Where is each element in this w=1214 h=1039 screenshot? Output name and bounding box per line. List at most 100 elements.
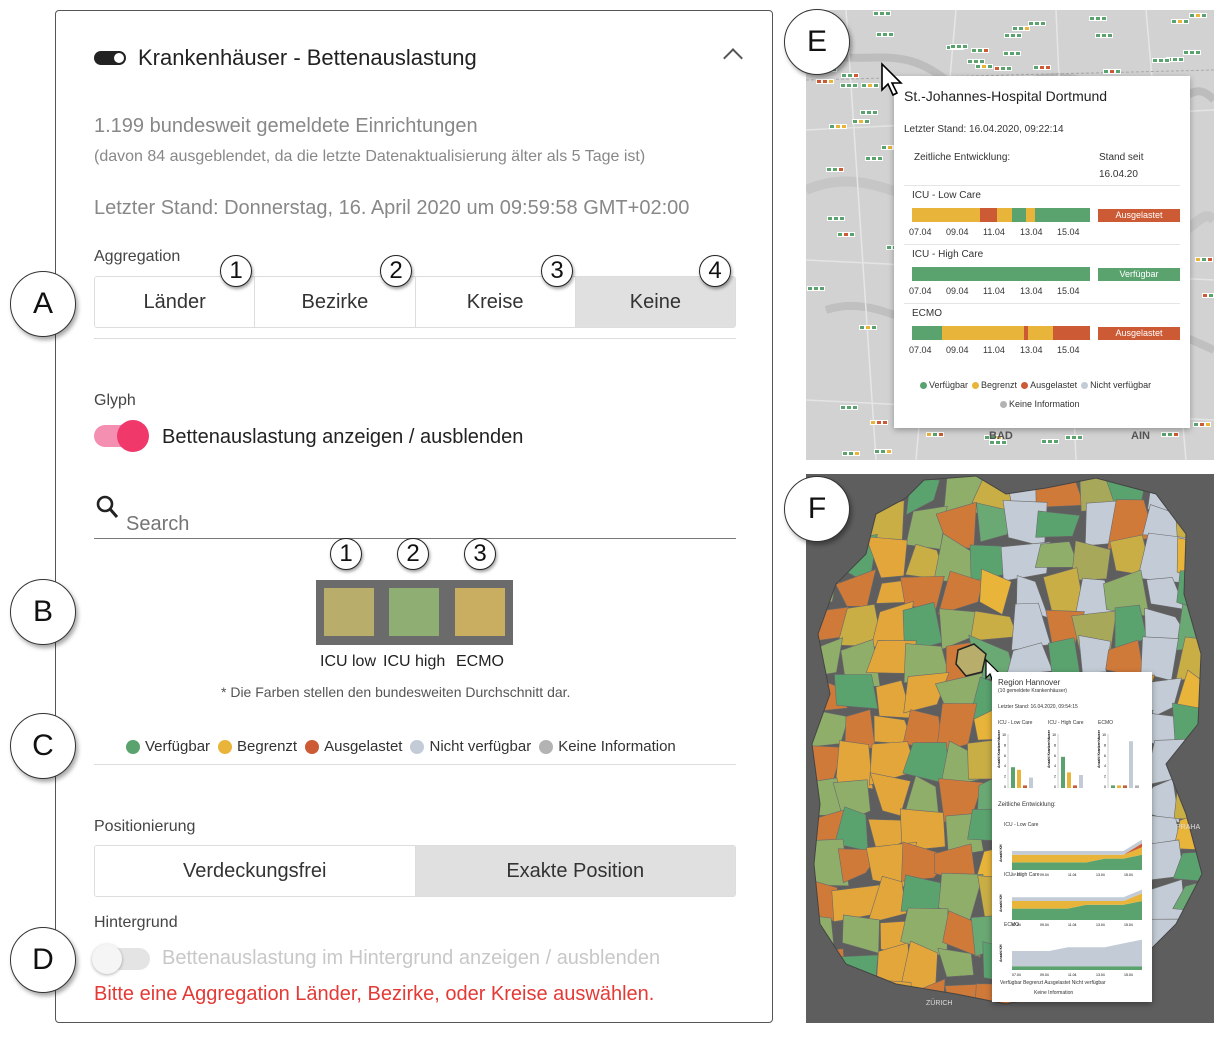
divider [94,338,736,339]
panel-header[interactable]: Krankenhäuser - Bettenauslastung [94,45,477,71]
hospital-marker[interactable] [848,231,855,237]
hospital-marker[interactable] [1100,15,1107,21]
tick-label: 07.04 [909,227,932,237]
hospital-marker[interactable] [1205,422,1212,428]
tick-label: 15.04 [1057,345,1080,355]
mini-axis-label: Anzahl Krankenhäuser [1047,729,1051,768]
area-tick: 15.04 [1124,873,1133,877]
tick-label: 07.04 [909,345,932,355]
hospital-marker[interactable] [1015,33,1022,39]
district-region [1173,780,1202,820]
hospital-marker[interactable] [852,82,859,88]
map-label: AIN [1131,430,1150,442]
mini-bar [1129,741,1133,788]
area-tick: 07.04 [1012,873,1021,877]
hospital-marker[interactable] [1053,439,1060,445]
region-choropleth-map[interactable]: PRAHA ZÜRICH Region Hannover (10 gemelde… [806,474,1214,1023]
district-region [1172,476,1202,513]
legend-item-begrenzt: Begrenzt [218,738,297,755]
area-axis-label: Anzahl KH [999,944,1003,962]
area-tick: 11.04 [1068,873,1077,877]
hospital-marker[interactable] [881,419,888,425]
hospital-marker[interactable] [884,11,891,17]
hospital-marker[interactable] [1183,18,1190,24]
layer-toggle[interactable] [94,51,126,65]
hospital-marker[interactable] [888,32,895,38]
mini-axis-tick: 0 [1004,785,1006,789]
mini-axis-tick: 2 [1004,775,1006,779]
hospital-marker[interactable] [1207,256,1214,262]
hospital-marker[interactable] [1106,33,1113,39]
annotation-agg-3: 3 [541,255,573,287]
row-name-icu-low: ICU - Low Care [912,190,981,201]
hospital-marker[interactable] [839,215,846,221]
divider [904,303,1180,304]
district-region [1074,1013,1117,1023]
hospital-marker[interactable] [1172,431,1179,437]
district-region [812,915,836,958]
area-tick: 13.04 [1096,873,1105,877]
hospital-marker[interactable] [827,78,834,84]
hospital-marker[interactable] [852,405,859,411]
hospital-marker[interactable] [937,432,944,438]
hospital-marker[interactable] [1164,57,1171,63]
area-layer [1012,939,1142,967]
hospital-marker[interactable] [840,124,847,130]
hospital-marker[interactable] [876,156,883,162]
hospital-tooltip: St.-Johannes-Hospital Dortmund Letzter S… [894,76,1190,428]
tooltip-legend-2: Keine Information [1034,990,1074,996]
hospital-marker[interactable] [986,63,993,69]
glyph-toggle-label: Bettenauslastung anzeigen / ausblenden [162,426,524,448]
district-region [1171,985,1202,1004]
area-tick: 15.04 [1124,973,1133,977]
divider [94,764,736,765]
mini-axis-tick: 6 [1104,754,1106,758]
glyph-toggle[interactable] [94,420,149,452]
positioning-option-verdeckungsfrei[interactable]: Verdeckungsfrei [95,846,416,896]
search-input[interactable] [126,513,686,536]
hospital-marker[interactable] [872,109,879,115]
hospital-marker[interactable] [838,166,845,172]
hospital-marker[interactable] [1178,56,1185,62]
background-toggle[interactable] [92,944,150,974]
hospital-marker[interactable] [1044,65,1051,71]
area-layer [1012,966,1142,970]
hospital-marker[interactable] [1200,13,1207,19]
chevron-up-icon[interactable] [723,48,743,68]
timeline-icu-high [912,267,1090,281]
entwicklung-heading: Zeitliche Entwicklung: [998,802,1056,808]
district-region [842,914,880,954]
status-chip: Ausgelastet [1098,327,1180,340]
mini-axis-tick: 2 [1104,775,1106,779]
mini-bar-charts: 1086420Anzahl Krankenhäuser 1086420Anzahl… [997,729,1139,789]
hospital-marker[interactable] [852,72,859,78]
positioning-option-exakte-position[interactable]: Exakte Position [415,846,735,896]
tick-label: 09.04 [946,227,969,237]
hospital-marker[interactable] [982,48,989,54]
hospital-marker[interactable] [1115,68,1122,74]
area-tick: 11.04 [1068,973,1077,977]
row-name-icu-high: ICU - High Care [912,249,984,260]
area-tick: 09.04 [1040,923,1049,927]
divider [904,185,1180,186]
aggregation-label: Aggregation [94,248,181,265]
legend-dot [126,739,140,754]
hospital-marker[interactable] [1005,65,1012,71]
hospital-marker[interactable] [864,118,871,124]
divider [904,244,1180,245]
hospital-marker[interactable] [872,83,879,89]
hospital-marker[interactable] [1195,49,1202,55]
hospital-map-detail[interactable]: BAD AIN St.-Johannes-Hospital Dortmund L… [806,10,1214,460]
hospital-marker[interactable] [1014,51,1021,57]
hospital-marker[interactable] [1023,25,1030,31]
area-tick: 11.04 [1068,923,1077,927]
legend-dot [539,739,554,754]
hospital-marker[interactable] [870,325,877,331]
hospital-marker[interactable] [961,44,968,50]
hospital-marker[interactable] [1039,20,1046,26]
hospital-marker[interactable] [1076,435,1083,441]
hospital-marker[interactable] [853,450,860,456]
hospital-marker[interactable] [886,448,893,454]
hospital-name: St.-Johannes-Hospital Dortmund [904,88,1108,104]
hospital-marker[interactable] [819,285,826,291]
